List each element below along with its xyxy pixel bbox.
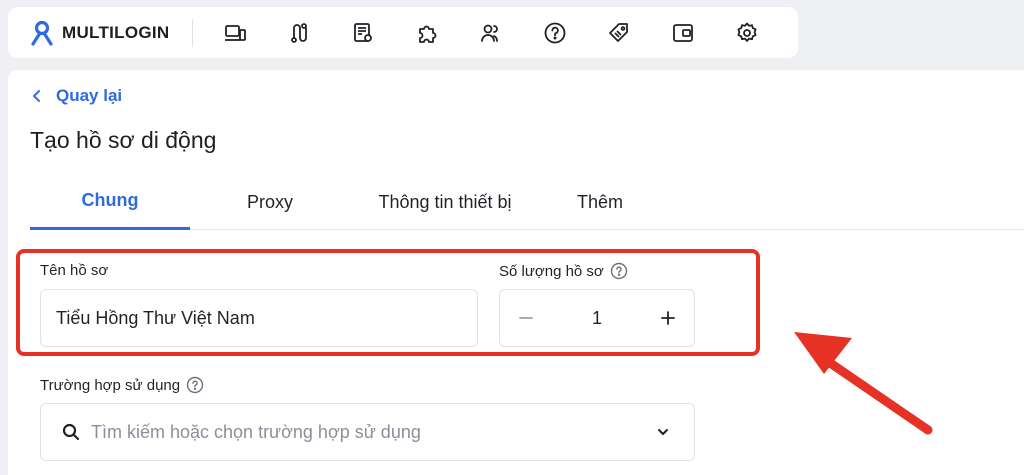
back-link[interactable]: Quay lại bbox=[30, 86, 122, 106]
profile-name-label-text: Tên hồ sơ bbox=[40, 262, 109, 279]
profile-name-value: Tiểu Hồng Thư Việt Nam bbox=[56, 307, 255, 328]
decrement-button[interactable] bbox=[500, 290, 552, 346]
help-circle-icon[interactable] bbox=[186, 376, 204, 394]
profile-count-label: Số lượng hồ sơ bbox=[499, 262, 628, 280]
multilogin-logo[interactable]: MULTILOGIN bbox=[30, 20, 170, 46]
back-label: Quay lại bbox=[56, 86, 123, 105]
use-case-label: Trường hợp sử dụng bbox=[40, 376, 204, 394]
tab-general[interactable]: Chung bbox=[30, 174, 190, 230]
settings-icon[interactable] bbox=[715, 7, 779, 58]
routes-icon[interactable] bbox=[267, 7, 331, 58]
team-icon[interactable] bbox=[459, 7, 523, 58]
chevron-left-icon bbox=[33, 90, 40, 102]
chevron-down-icon[interactable] bbox=[654, 423, 672, 441]
brand-name: MULTILOGIN bbox=[62, 22, 170, 42]
tab-more[interactable]: Thêm bbox=[550, 174, 650, 230]
multilogin-logo-icon bbox=[31, 20, 53, 46]
profile-count-stepper[interactable]: 1 bbox=[499, 289, 695, 347]
page-title: Tạo hồ sơ di động bbox=[30, 127, 217, 153]
use-case-label-text: Trường hợp sử dụng bbox=[40, 376, 181, 394]
plus-icon bbox=[661, 311, 675, 325]
use-case-select[interactable]: Tìm kiếm hoặc chọn trường hợp sử dụng bbox=[40, 403, 695, 461]
tags-icon[interactable] bbox=[587, 7, 651, 58]
extensions-icon[interactable] bbox=[395, 7, 459, 58]
templates-icon[interactable] bbox=[331, 7, 395, 58]
profile-name-input[interactable]: Tiểu Hồng Thư Việt Nam bbox=[40, 289, 478, 347]
profile-count-value: 1 bbox=[591, 307, 602, 328]
top-navigation-bar: MULTILOGIN bbox=[8, 7, 798, 58]
annotation-arrow-icon bbox=[794, 332, 933, 435]
profile-count-label-text: Số lượng hồ sơ bbox=[499, 262, 604, 280]
use-case-placeholder: Tìm kiếm hoặc chọn trường hợp sử dụng bbox=[91, 421, 421, 442]
profile-name-label: Tên hồ sơ bbox=[40, 262, 108, 279]
help-circle-icon[interactable] bbox=[610, 262, 628, 280]
tab-device-info[interactable]: Thông tin thiết bị bbox=[350, 174, 540, 230]
search-icon bbox=[62, 423, 80, 441]
wallet-icon[interactable] bbox=[651, 7, 715, 58]
nav-divider bbox=[191, 18, 193, 47]
profiles-icon[interactable] bbox=[203, 7, 267, 58]
help-icon[interactable] bbox=[523, 7, 587, 58]
tab-bar: Chung Proxy Thông tin thiết bị Thêm bbox=[30, 174, 1024, 230]
tab-proxy[interactable]: Proxy bbox=[210, 174, 330, 230]
increment-button[interactable] bbox=[642, 290, 694, 346]
minus-icon bbox=[519, 317, 533, 319]
